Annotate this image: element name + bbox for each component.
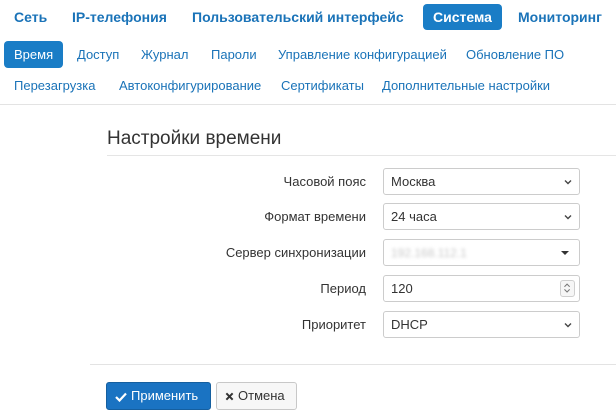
- top-navigation: Сеть IP-телефония Пользовательский интер…: [0, 0, 616, 34]
- time-format-label: Формат времени: [264, 209, 366, 224]
- chevron-down-icon: [564, 215, 572, 220]
- subnav-item-passwords[interactable]: Пароли: [201, 41, 267, 68]
- subnav-item-time[interactable]: Время: [4, 41, 64, 68]
- divider: [0, 104, 616, 105]
- caret-down-icon[interactable]: [561, 251, 569, 255]
- apply-button[interactable]: Применить: [106, 382, 211, 410]
- sync-server-combobox[interactable]: 192.168.112.1: [383, 239, 580, 266]
- tab-network[interactable]: Сеть: [4, 4, 57, 30]
- close-icon: [225, 392, 234, 401]
- subnav-item-firmware-update[interactable]: Обновление ПО: [456, 41, 574, 68]
- sub-navigation: Время Доступ Журнал Пароли Управление ко…: [0, 40, 616, 102]
- time-format-select[interactable]: 24 часа: [383, 203, 580, 230]
- tab-monitoring[interactable]: Мониторинг: [508, 4, 612, 30]
- subnav-item-reboot[interactable]: Перезагрузка: [4, 72, 105, 99]
- time-format-value: 24 часа: [391, 209, 437, 224]
- subnav-item-access[interactable]: Доступ: [67, 41, 129, 68]
- timezone-select[interactable]: Москва: [383, 168, 580, 195]
- priority-value: DHCP: [391, 317, 428, 332]
- tab-ip-telephony[interactable]: IP-телефония: [62, 4, 177, 30]
- title-divider: [107, 155, 616, 156]
- period-number-input[interactable]: 120: [383, 275, 580, 302]
- timezone-value: Москва: [391, 174, 436, 189]
- tab-system[interactable]: Система: [423, 4, 502, 30]
- subnav-item-log[interactable]: Журнал: [131, 41, 198, 68]
- priority-select[interactable]: DHCP: [383, 311, 580, 338]
- subnav-item-certificates[interactable]: Сертификаты: [271, 72, 374, 99]
- timezone-label: Часовой пояс: [283, 174, 366, 189]
- page-title: Настройки времени: [107, 128, 282, 149]
- sync-server-value: 192.168.112.1: [391, 246, 467, 260]
- apply-button-label: Применить: [131, 388, 199, 403]
- sync-server-label: Сервер синхронизации: [225, 245, 366, 260]
- period-label: Период: [320, 281, 366, 296]
- chevron-down-icon: [564, 323, 572, 328]
- cancel-button-label: Отмена: [238, 388, 285, 403]
- period-value: 120: [391, 281, 413, 296]
- spinner-arrows-icon: [564, 283, 571, 293]
- cancel-button[interactable]: Отмена: [216, 382, 297, 410]
- divider: [90, 364, 616, 365]
- check-icon: [115, 392, 127, 402]
- number-spinner[interactable]: [560, 280, 575, 297]
- subnav-item-advanced-settings[interactable]: Дополнительные настройки: [372, 72, 560, 99]
- subnav-item-autoconfig[interactable]: Автоконфигурирование: [109, 72, 271, 99]
- tab-user-interface[interactable]: Пользовательский интерфейс: [182, 4, 414, 30]
- chevron-down-icon: [564, 180, 572, 185]
- subnav-item-config-management[interactable]: Управление конфигурацией: [268, 41, 457, 68]
- priority-label: Приоритет: [301, 317, 366, 332]
